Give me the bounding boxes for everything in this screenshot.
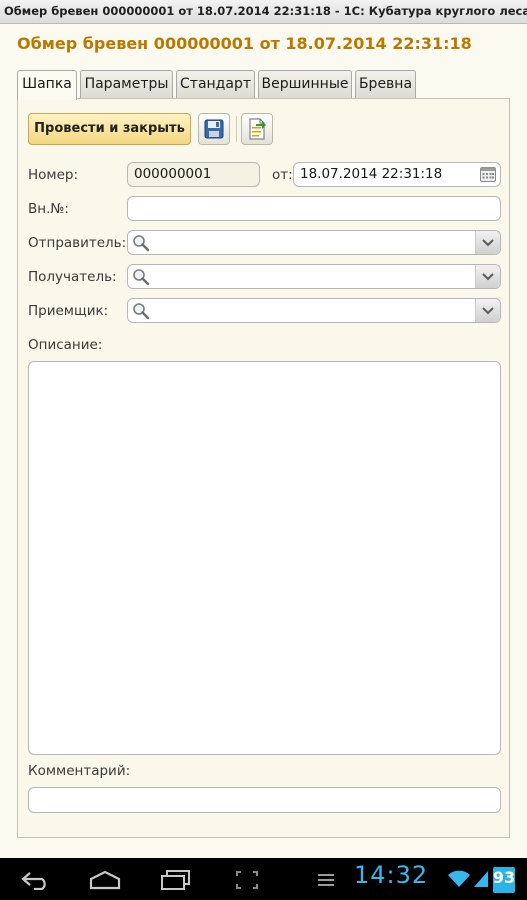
document-post-icon bbox=[249, 118, 266, 140]
home-icon[interactable] bbox=[88, 870, 122, 890]
chevron-down-icon bbox=[482, 273, 494, 281]
search-icon[interactable] bbox=[132, 302, 150, 320]
tab-parameters[interactable]: Параметры bbox=[80, 70, 173, 99]
comment-label: Комментарий: bbox=[28, 763, 131, 779]
receiver-label: Получатель: bbox=[28, 269, 117, 285]
description-label: Описание: bbox=[28, 337, 103, 353]
wifi-icon bbox=[448, 870, 470, 887]
receiver-field[interactable] bbox=[127, 264, 501, 289]
tab-panel-header: Провести и закрыть Номер: 000000001 от: bbox=[17, 98, 510, 838]
sender-field[interactable] bbox=[127, 230, 501, 255]
chevron-down-icon bbox=[482, 307, 494, 315]
number-field[interactable]: 000000001 bbox=[127, 162, 260, 187]
toolbar-separator bbox=[236, 116, 237, 142]
window-title: Обмер бревен 000000001 от 18.07.2014 22:… bbox=[4, 4, 527, 18]
android-navigation-bar: 14:32 93 bbox=[0, 858, 527, 900]
status-clock: 14:32 bbox=[354, 861, 429, 889]
acceptor-label: Приемщик: bbox=[28, 303, 109, 319]
document-form: Обмер бревен 000000001 от 18.07.2014 22:… bbox=[0, 24, 527, 858]
recent-apps-icon[interactable] bbox=[160, 870, 192, 890]
document-title: Обмер бревен 000000001 от 18.07.2014 22:… bbox=[17, 34, 472, 53]
tab-logs[interactable]: Бревна bbox=[355, 70, 416, 99]
back-icon[interactable] bbox=[20, 870, 52, 890]
acceptor-dropdown-button[interactable] bbox=[475, 299, 500, 322]
menu-icon[interactable] bbox=[318, 873, 334, 887]
acceptor-field[interactable] bbox=[127, 298, 501, 323]
ext-number-field[interactable] bbox=[127, 196, 501, 221]
calendar-icon[interactable] bbox=[480, 167, 496, 182]
date-value: 18.07.2014 22:31:18 bbox=[300, 166, 443, 182]
number-label: Номер: bbox=[28, 167, 79, 183]
chevron-down-icon bbox=[482, 239, 494, 247]
save-button[interactable] bbox=[198, 113, 230, 145]
post-and-close-button[interactable]: Провести и закрыть bbox=[28, 113, 191, 145]
floppy-disk-icon bbox=[204, 119, 224, 139]
receiver-dropdown-button[interactable] bbox=[475, 265, 500, 288]
signal-icon bbox=[474, 871, 488, 887]
ext-number-label: Вн.№: bbox=[28, 201, 69, 217]
search-icon[interactable] bbox=[132, 268, 150, 286]
screenshot-icon[interactable] bbox=[236, 871, 258, 889]
tab-standard[interactable]: Стандарт bbox=[176, 70, 255, 99]
window-titlebar: Обмер бревен 000000001 от 18.07.2014 22:… bbox=[0, 0, 527, 24]
tab-tops[interactable]: Вершинные bbox=[258, 70, 352, 99]
date-label: от: bbox=[272, 167, 293, 183]
date-field[interactable]: 18.07.2014 22:31:18 bbox=[293, 162, 501, 187]
battery-level: 93 bbox=[492, 868, 516, 887]
search-icon[interactable] bbox=[132, 234, 150, 252]
post-button[interactable] bbox=[241, 113, 273, 145]
description-textarea[interactable] bbox=[28, 361, 501, 755]
sender-dropdown-button[interactable] bbox=[475, 231, 500, 254]
comment-field[interactable] bbox=[28, 787, 501, 813]
sender-label: Отправитель: bbox=[28, 235, 127, 251]
tab-header[interactable]: Шапка bbox=[17, 70, 77, 100]
